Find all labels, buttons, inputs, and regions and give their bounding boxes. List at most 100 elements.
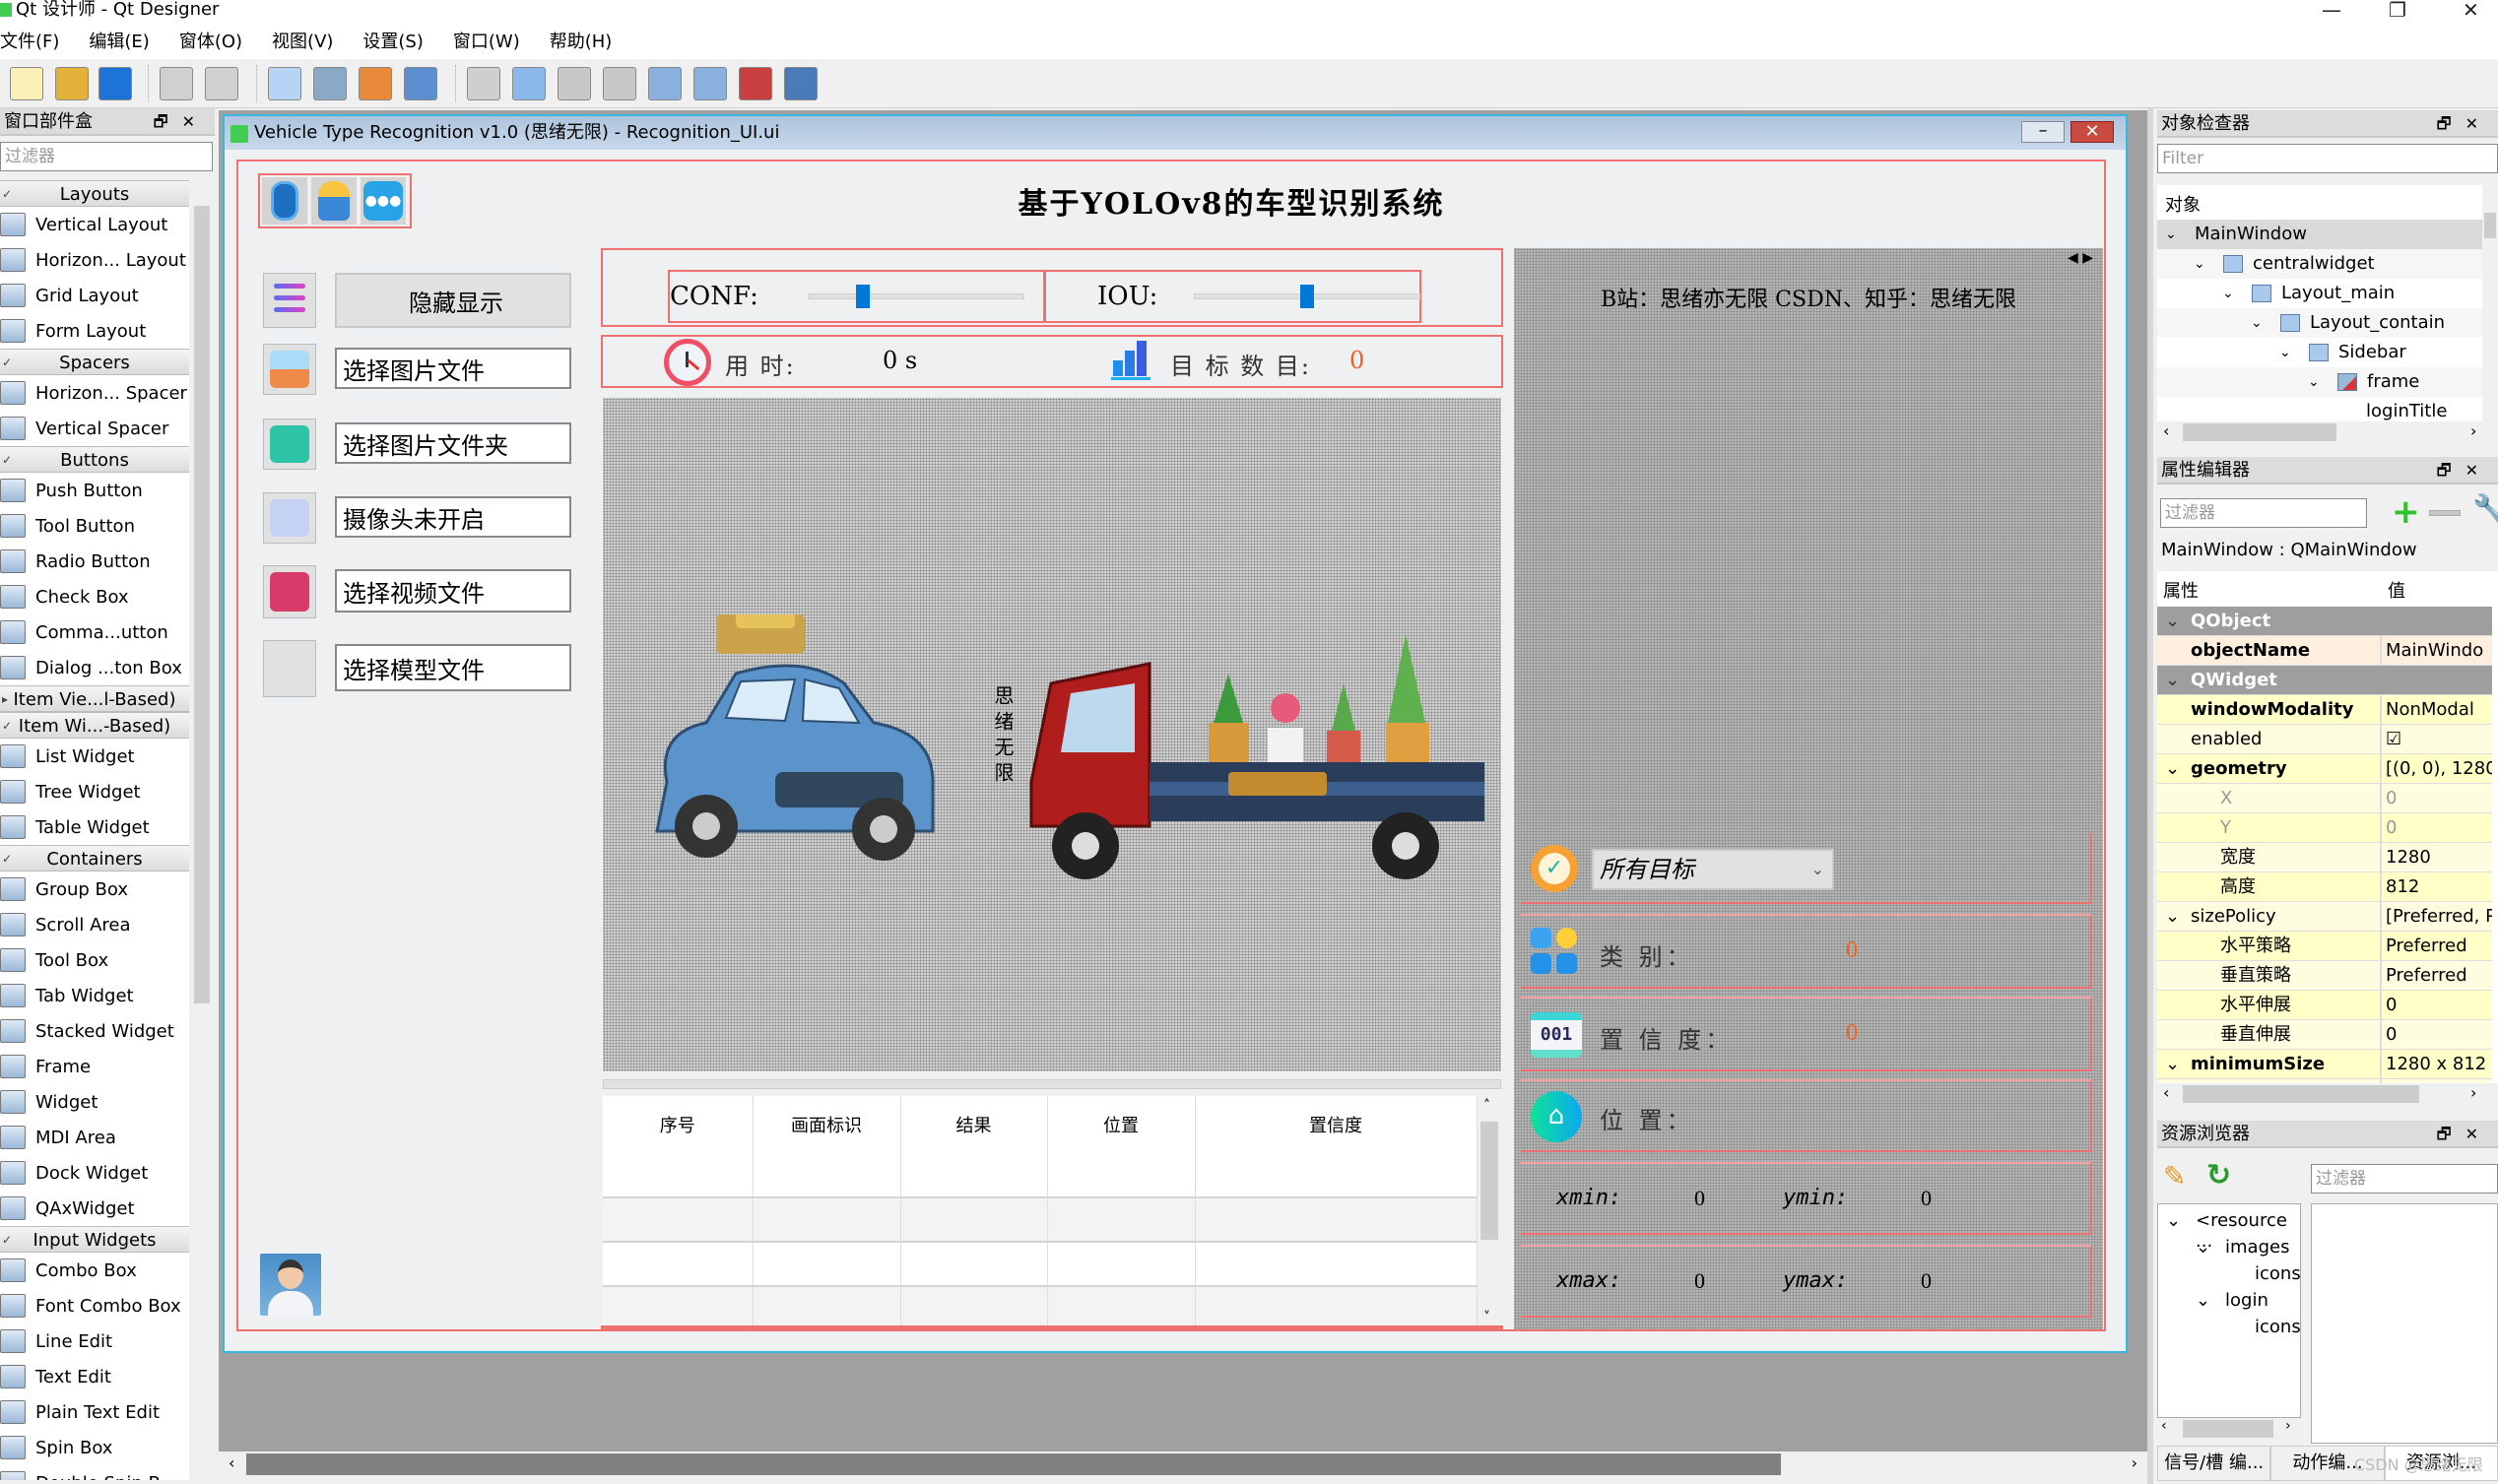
table-column-header[interactable]: 序号 xyxy=(603,1096,754,1153)
table-cell[interactable] xyxy=(753,1286,901,1327)
resource-tree-item[interactable]: ⌄ login xyxy=(2158,1290,2302,1317)
minimize-button[interactable]: — xyxy=(2322,0,2341,20)
widget-filter-input[interactable]: 过滤器 xyxy=(0,142,213,171)
model-icon[interactable] xyxy=(263,640,316,697)
break-layout-icon[interactable] xyxy=(739,67,772,100)
widget-item[interactable]: Check Box xyxy=(0,579,189,614)
property-value[interactable]: MainWindo xyxy=(2386,636,2492,665)
widget-item[interactable]: Horizon... Layout xyxy=(0,242,189,278)
edit-signals-slots-icon[interactable] xyxy=(313,67,347,100)
sidebar-button[interactable]: 选择模型文件 xyxy=(335,644,571,691)
widget-item[interactable]: Stacked Widget xyxy=(0,1013,189,1049)
sidebar-button[interactable]: 摄像头未开启 xyxy=(335,496,571,538)
widget-item[interactable]: Font Combo Box xyxy=(0,1288,189,1323)
menu-item[interactable]: 文件(F) xyxy=(0,28,59,53)
object-tree-item[interactable]: ⌄ frame xyxy=(2157,367,2482,397)
property-row[interactable]: 水平伸展 0 xyxy=(2157,991,2492,1020)
widget-item[interactable]: Tool Box xyxy=(0,942,189,978)
widget-item[interactable]: List Widget xyxy=(0,739,189,774)
chevron-down-icon[interactable]: ⌄ xyxy=(2308,367,2320,397)
widget-item[interactable]: Tab Widget xyxy=(0,978,189,1013)
widget-item[interactable]: Grid Layout xyxy=(0,278,189,313)
table-cell[interactable] xyxy=(900,1286,1048,1327)
menu-item[interactable]: 视图(V) xyxy=(272,28,333,53)
property-value[interactable]: 0 xyxy=(2386,784,2492,812)
property-row[interactable]: 水平策略 Preferred xyxy=(2157,932,2492,961)
chevron-down-icon[interactable]: ⌄ xyxy=(2165,1050,2180,1078)
property-value[interactable]: 1280 xyxy=(2386,843,2492,871)
restore-button[interactable]: ❐ xyxy=(2389,0,2406,20)
table-column-header[interactable]: 结果 xyxy=(900,1096,1048,1153)
chevron-down-icon[interactable]: ⌄ xyxy=(2165,607,2180,635)
dock-tab[interactable]: 信号/槽 编... xyxy=(2157,1446,2271,1481)
chat-icon[interactable]: ●●● xyxy=(361,177,406,225)
table-scrollbar[interactable]: ˄ ˅ xyxy=(1478,1096,1501,1327)
property-group[interactable]: ⌄ QWidget xyxy=(2157,666,2492,695)
table-cell[interactable] xyxy=(603,1197,754,1243)
table-cell[interactable] xyxy=(900,1242,1048,1287)
panel-scroll-arrows[interactable]: ◀ ▶ xyxy=(2068,250,2093,266)
resource-tree-item[interactable]: ⌄ <resource ... xyxy=(2158,1210,2302,1252)
dock-float-close-buttons[interactable]: 🗗✕ xyxy=(154,108,209,136)
property-group[interactable]: ⌄ QObject xyxy=(2157,607,2492,636)
camera-icon[interactable] xyxy=(263,492,316,544)
property-row[interactable]: 垂直策略 Preferred xyxy=(2157,961,2492,991)
layout-horizontal-icon[interactable] xyxy=(467,67,500,100)
chevron-down-icon[interactable]: ⌄ xyxy=(2194,249,2205,279)
user-icon[interactable] xyxy=(311,177,357,225)
new-file-icon[interactable] xyxy=(10,67,43,100)
widget-item[interactable]: Frame xyxy=(0,1049,189,1084)
widget-category[interactable]: ✓ Buttons xyxy=(0,446,189,473)
wrench-icon[interactable]: 🔧 xyxy=(2472,492,2498,525)
table-column-header[interactable]: 位置 xyxy=(1047,1096,1196,1153)
widget-item[interactable]: Group Box xyxy=(0,871,189,907)
table-cell[interactable] xyxy=(1195,1242,1478,1287)
chevron-down-icon[interactable]: ⌄ xyxy=(2279,338,2291,367)
widget-item[interactable]: Comma...utton xyxy=(0,614,189,650)
document-icon[interactable] xyxy=(262,177,307,225)
widget-item[interactable]: Combo Box xyxy=(0,1253,189,1288)
property-value[interactable]: [(0, 0), 1280 xyxy=(2386,754,2492,783)
object-tree-item[interactable]: ⌄ Sidebar xyxy=(2157,338,2482,367)
iou-slider[interactable] xyxy=(1194,285,1420,308)
edit-buddies-icon[interactable] xyxy=(359,67,392,100)
property-value[interactable]: Preferred xyxy=(2386,932,2492,960)
layout-grid-icon[interactable] xyxy=(648,67,682,100)
chevron-down-icon[interactable]: ⌄ xyxy=(2196,1290,2210,1311)
widget-item[interactable]: MDI Area xyxy=(0,1120,189,1155)
property-row[interactable]: 高度 812 xyxy=(2157,872,2492,902)
bring-to-front-icon[interactable] xyxy=(205,67,238,100)
table-cell[interactable] xyxy=(753,1197,901,1243)
widget-item[interactable]: Horizon... Spacer xyxy=(0,375,189,411)
widget-item[interactable]: QAxWidget xyxy=(0,1191,189,1226)
conf-slider[interactable] xyxy=(808,285,1024,308)
chevron-down-icon[interactable]: ⌄ xyxy=(2222,279,2234,308)
property-hscrollbar[interactable]: ‹ › xyxy=(2157,1083,2498,1105)
chevron-down-icon[interactable]: ⌄ xyxy=(2165,220,2177,249)
table-column-header[interactable]: 画面标识 xyxy=(753,1096,901,1153)
folder-icon[interactable] xyxy=(263,419,316,470)
widget-item[interactable]: Radio Button xyxy=(0,544,189,579)
table-cell[interactable] xyxy=(753,1242,901,1287)
property-value[interactable]: NonModal xyxy=(2386,695,2492,724)
target-select-dropdown[interactable]: 所有目标 ⌄ xyxy=(1592,849,1834,890)
property-row[interactable]: enabled ☑ xyxy=(2157,725,2492,754)
image-icon[interactable] xyxy=(263,344,316,395)
property-value[interactable]: ☑ xyxy=(2386,725,2492,753)
property-value[interactable]: [Preferred, P xyxy=(2386,902,2492,931)
object-tree-item[interactable]: ⌄ MainWindow xyxy=(2157,220,2482,249)
edit-resources-pencil-icon[interactable]: ✎ xyxy=(2163,1160,2186,1193)
menu-item[interactable]: 窗口(W) xyxy=(453,28,520,53)
table-cell[interactable] xyxy=(900,1153,1048,1198)
property-value[interactable]: 0 xyxy=(2386,1020,2492,1049)
menu-item[interactable]: 设置(S) xyxy=(362,28,423,53)
property-row[interactable]: Y0 xyxy=(2157,813,2492,843)
table-cell[interactable] xyxy=(1047,1286,1196,1327)
widget-item[interactable]: Form Layout xyxy=(0,313,189,349)
property-row[interactable]: objectName MainWindo xyxy=(2157,636,2492,666)
sidebar-button[interactable]: 隐藏显示 xyxy=(335,273,571,328)
layout-form-icon[interactable] xyxy=(693,67,727,100)
table-cell[interactable] xyxy=(900,1197,1048,1243)
edit-widgets-icon[interactable] xyxy=(268,67,301,100)
menu-item[interactable]: 编辑(E) xyxy=(89,28,149,53)
